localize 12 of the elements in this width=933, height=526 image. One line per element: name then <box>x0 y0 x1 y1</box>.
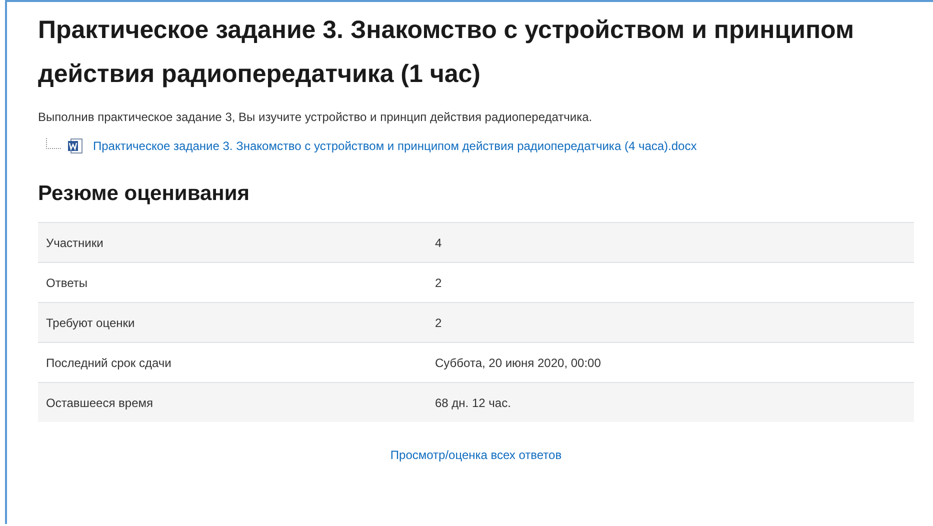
table-cell: 68 дн. 12 час. <box>427 382 914 422</box>
table-cell: Оставшееся время <box>38 382 427 422</box>
table-cell: 4 <box>427 222 914 262</box>
section-heading: Резюме оценивания <box>38 182 250 206</box>
page-title: Практическое задание 3. Знакомство с устройством и принципом действия радиопередатчика (1 час) <box>38 15 855 90</box>
table-cell: Участники <box>38 222 427 262</box>
table-cell: Требуют оценки <box>38 302 427 342</box>
table-cell: 2 <box>427 302 914 342</box>
description-text: Выполнив практическое задание 3, Вы изучите устройство и принцип действия радиопередатчика. <box>38 110 594 124</box>
file-link[interactable]: Практическое задание 3. Знакомство с устройством и принципом действия радиопередатчика (4 часа).docx <box>93 139 697 153</box>
view-all-link[interactable]: Просмотр/оценка всех ответов <box>390 448 562 462</box>
word-document-icon <box>67 138 83 154</box>
